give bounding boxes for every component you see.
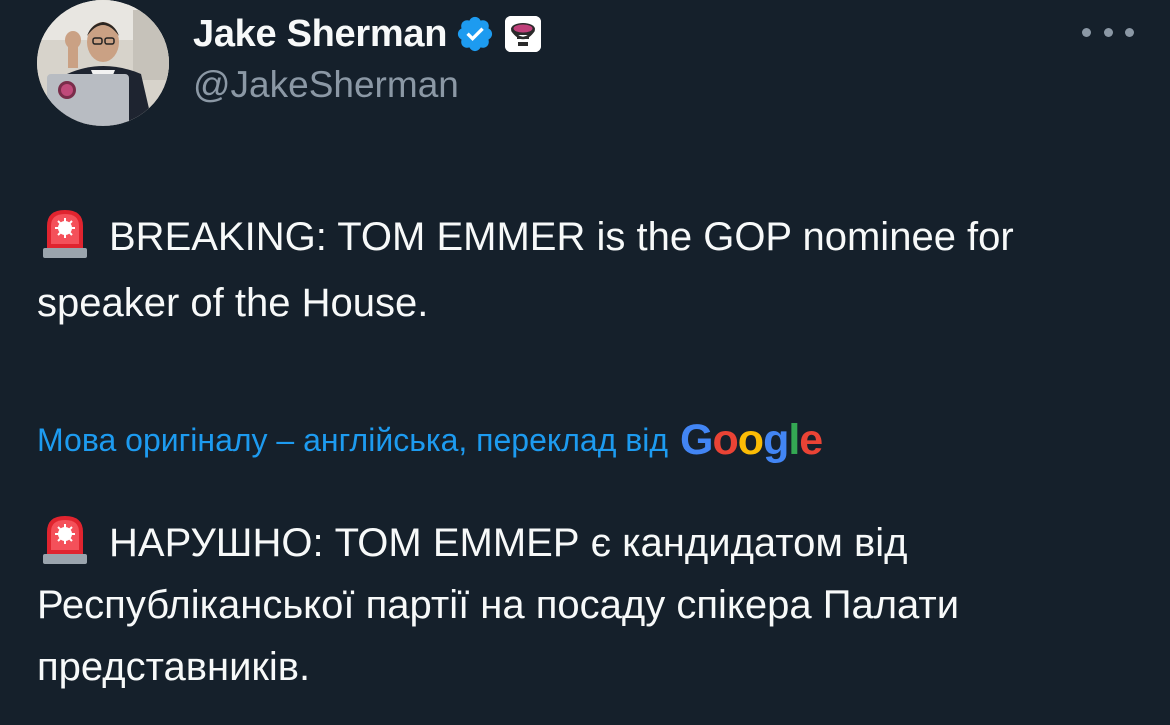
author-avatar[interactable] [37,0,169,126]
google-logo-letter: l [788,415,800,464]
avatar-image [37,0,169,126]
google-logo: Google [680,415,823,465]
more-options-button[interactable] [1082,18,1134,46]
tweet-body-text: BREAKING: TOM EMMER is the GOP nominee f… [37,215,1014,325]
translation-notice-text: Мова оригіналу – англійська, переклад ві… [37,421,669,458]
tweet-text: BREAKING: TOM EMMER is the GOP nominee f… [37,204,1127,336]
author-name-row: Jake Sherman [193,10,542,58]
translated-tweet-text: НАРУШНО: ТОМ ЕММЕР є кандидатом від Респ… [37,510,1137,698]
author-display-name[interactable]: Jake Sherman [193,13,447,56]
translated-body-text: НАРУШНО: ТОМ ЕММЕР є кандидатом від Респ… [37,521,960,689]
verified-badge-icon[interactable] [455,14,495,54]
rotating-light-emoji-icon [37,510,93,566]
translation-notice[interactable]: Мова оригіналу – англійська, переклад ві… [37,412,823,468]
more-horizontal-icon [1082,27,1091,37]
google-logo-letter: o [737,415,764,464]
google-logo-letter: o [712,415,739,464]
google-logo-letter: G [680,415,713,464]
google-logo-letter: e [799,415,823,464]
tweet: Jake Sherman @JakeSherman BREAKING: TOM … [0,0,1170,725]
rotating-light-emoji-icon [37,204,93,260]
punchbowl-affiliate-icon[interactable] [505,16,542,52]
author-handle[interactable]: @JakeSherman [193,64,459,106]
google-logo-letter: g [763,415,789,464]
more-horizontal-icon [1125,27,1134,37]
more-horizontal-icon [1103,27,1113,37]
